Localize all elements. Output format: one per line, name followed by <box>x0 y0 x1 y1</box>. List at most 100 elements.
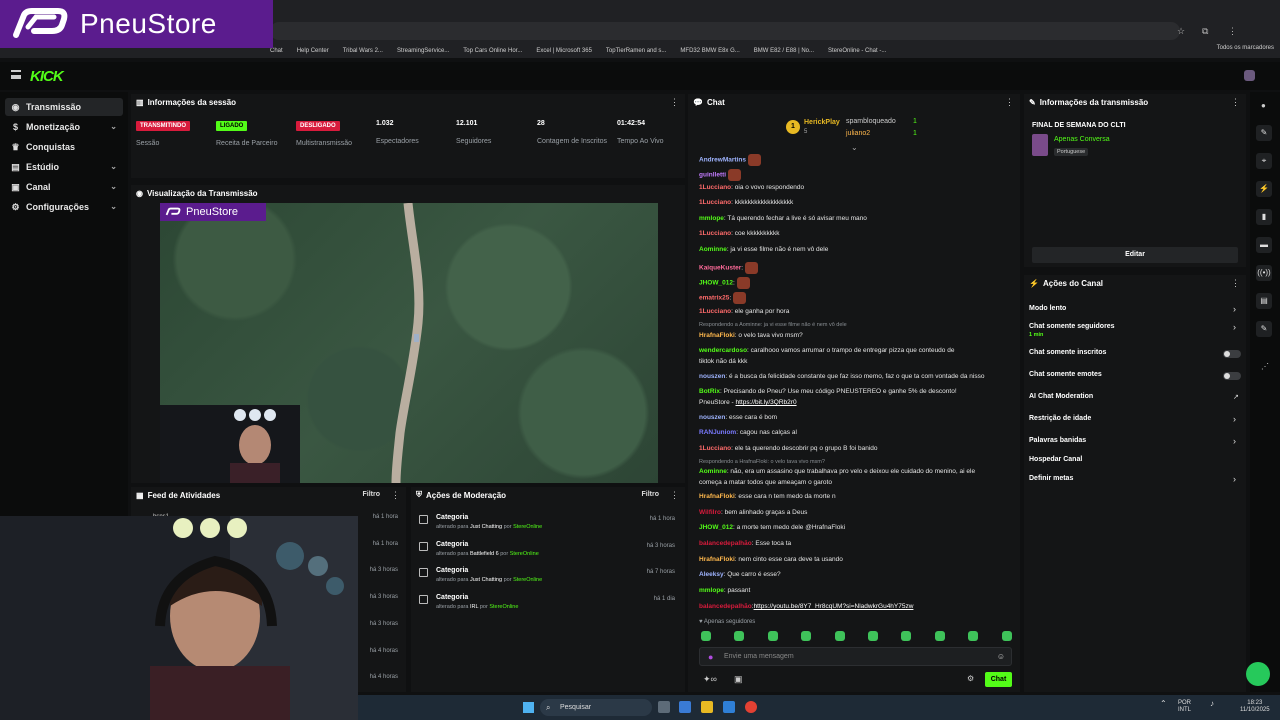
task-view-icon[interactable] <box>658 701 670 713</box>
chevron-right-icon[interactable]: › <box>1233 304 1236 314</box>
start-icon[interactable] <box>523 702 534 713</box>
sidebar-item-transmissão[interactable]: ◉ Transmissão <box>5 98 123 116</box>
chevron-down-icon[interactable]: ⌄ <box>110 202 117 211</box>
sidebar-item-conquistas[interactable]: ♛ Conquistas <box>5 138 123 156</box>
explorer-icon[interactable] <box>701 701 713 713</box>
channel-action-restrição-de-idade[interactable]: Restrição de idade <box>1029 415 1091 422</box>
quick-emote[interactable] <box>734 631 745 641</box>
moderation-row[interactable]: Categoria alterado para Just Chatting por… <box>411 564 681 590</box>
bookmark-item[interactable]: Tribal Wars 2... <box>343 48 383 54</box>
kick-logo[interactable]: KICK <box>30 68 64 85</box>
menu-icon[interactable]: ⋮ <box>1228 26 1237 37</box>
chat-username[interactable]: Aominne <box>699 468 727 475</box>
chat-username[interactable]: nouszen <box>699 414 725 421</box>
chat-link[interactable]: https://bit.ly/3QRb2r0 <box>736 399 797 406</box>
chat-link[interactable]: https://youtu.be/8Y7_Hr8cqUM?si=NladwkrG… <box>754 603 914 610</box>
kebab-icon[interactable]: ⋮ <box>670 97 679 108</box>
settings-icon[interactable]: ⚙ <box>967 674 974 683</box>
channel-action-modo-lento[interactable]: Modo lento <box>1029 305 1066 312</box>
bookmark-item[interactable]: StreamingService... <box>397 48 449 54</box>
detail-category[interactable]: Just Chatting <box>470 524 502 530</box>
detail-who[interactable]: StereOnline <box>489 604 518 610</box>
menu-toggle-icon[interactable] <box>11 70 21 79</box>
chevron-right-icon[interactable]: › <box>1233 436 1236 446</box>
layout-icon[interactable]: ▤ <box>1256 293 1272 309</box>
channel-action-chat-somente-inscritos[interactable]: Chat somente inscritos <box>1029 349 1106 356</box>
toggle-switch[interactable] <box>1223 350 1241 358</box>
user-avatar[interactable] <box>1244 70 1255 81</box>
moderation-row[interactable]: Categoria alterado para Battlefield 6 por… <box>411 538 681 564</box>
kebab-icon[interactable]: ⋮ <box>1005 97 1014 108</box>
detail-category[interactable]: Battlefield 6 <box>470 551 499 557</box>
quick-emote[interactable] <box>868 631 878 641</box>
bookmark-item[interactable]: TopTierRamen and s... <box>606 48 666 54</box>
target-icon[interactable]: ⌖ <box>1256 153 1272 169</box>
copilot-icon[interactable] <box>679 701 691 713</box>
sidebar-item-configurações[interactable]: ⚙ Configurações ⌄ <box>5 198 123 216</box>
chat-username[interactable]: mmlope <box>699 587 724 594</box>
chevron-down-icon[interactable]: ⌄ <box>110 182 117 191</box>
chat-username[interactable]: BotRix <box>699 388 720 395</box>
channel-action-palavras-banidas[interactable]: Palavras banidas <box>1029 437 1086 444</box>
chat-username[interactable]: 1Lucciano <box>699 308 731 315</box>
expand-pinned-icon[interactable]: ⌄ <box>851 143 858 152</box>
chat-username[interactable]: JHOW_012 <box>699 280 733 287</box>
chat-username[interactable]: HrafnaFloki <box>699 493 735 500</box>
quick-emote[interactable] <box>1001 631 1012 641</box>
channel-action-chat-somente-emotes[interactable]: Chat somente emotes <box>1029 371 1102 378</box>
tag-icon[interactable]: ▮ <box>1256 209 1272 225</box>
tray-up-icon[interactable]: ⌃ <box>1160 700 1167 708</box>
quick-emote[interactable] <box>701 631 711 641</box>
channel-action-hospedar-canal[interactable]: Hospedar Canal <box>1029 456 1082 463</box>
language-indicator[interactable]: POR INTL <box>1178 700 1191 714</box>
chat-input[interactable]: ● Envie uma mensagem ☺ <box>699 647 1012 666</box>
bookmark-item[interactable]: StereOnline - Chat -... <box>828 48 886 54</box>
detail-who[interactable]: StereOnline <box>513 577 542 583</box>
moderation-filter-button[interactable]: Filtro <box>642 491 660 498</box>
pencil-icon[interactable]: ✎ <box>1256 125 1272 141</box>
quick-emote[interactable] <box>901 631 912 641</box>
detail-who[interactable]: StereOnline <box>513 524 542 530</box>
external-link-icon[interactable]: ↗ <box>1233 393 1239 401</box>
clock[interactable]: 18:23 11/10/2025 <box>1240 700 1270 714</box>
chrome-icon[interactable] <box>745 701 757 713</box>
chat-username[interactable]: 1Lucciano <box>699 230 731 237</box>
chat-bubble-icon[interactable]: ▬ <box>1256 237 1272 253</box>
sidebar-item-monetização[interactable]: $ Monetização ⌄ <box>5 118 123 136</box>
kebab-icon[interactable]: ⋮ <box>391 490 400 501</box>
sidebar-item-estúdio[interactable]: ▤ Estúdio ⌄ <box>5 158 123 176</box>
chevron-down-icon[interactable]: ⌄ <box>110 162 117 171</box>
channel-action-ai-chat-moderation[interactable]: AI Chat Moderation <box>1029 393 1093 400</box>
chat-username[interactable]: balancedepalhão <box>699 603 752 610</box>
broadcast-icon[interactable]: ((•)) <box>1256 265 1272 281</box>
detail-who[interactable]: StereOnline <box>510 551 539 557</box>
detail-category[interactable]: Just Chatting <box>470 577 502 583</box>
chat-username[interactable]: HrafnaFloki <box>699 332 735 339</box>
bookmark-item[interactable]: MFD32 BMW E8x G... <box>680 48 739 54</box>
send-chat-button[interactable]: Chat <box>985 672 1012 687</box>
chat-username[interactable]: 1Lucciano <box>699 184 731 191</box>
bookmark-item[interactable]: Top Cars Online Hor... <box>463 48 522 54</box>
chevron-right-icon[interactable]: › <box>1233 414 1236 424</box>
chat-username[interactable]: AndrewMartins <box>699 157 746 164</box>
quick-emote[interactable] <box>968 631 979 641</box>
kebab-icon[interactable]: ⋮ <box>670 490 679 501</box>
store-icon[interactable] <box>723 701 735 713</box>
quick-emote[interactable] <box>801 631 812 641</box>
chat-username[interactable]: guinlletti <box>699 172 726 179</box>
chat-username[interactable]: balancedepalhão <box>699 540 752 547</box>
moderation-row[interactable]: Categoria alterado para IRL por StereOnli… <box>411 591 681 617</box>
emoji-icon[interactable]: ☺ <box>997 652 1005 661</box>
channel-action-definir-metas[interactable]: Definir metas <box>1029 475 1073 482</box>
info-icon[interactable]: ● <box>1261 101 1266 110</box>
chat-username[interactable]: nouszen <box>699 373 725 380</box>
gift-icon[interactable]: ▣ <box>734 674 743 685</box>
stream-category[interactable]: Apenas Conversa <box>1054 136 1110 143</box>
chat-username[interactable]: JHOW_012 <box>699 524 733 531</box>
bookmark-item[interactable]: Chat <box>270 48 283 54</box>
chat-username[interactable]: 1Lucciano <box>699 199 731 206</box>
points-icon[interactable]: ✦∞ <box>703 674 717 685</box>
top-gifter-name[interactable]: HerickPlay <box>804 119 840 126</box>
extensions-icon[interactable]: ⧉ <box>1202 26 1208 37</box>
bookmark-item[interactable]: Help Center <box>297 48 329 54</box>
